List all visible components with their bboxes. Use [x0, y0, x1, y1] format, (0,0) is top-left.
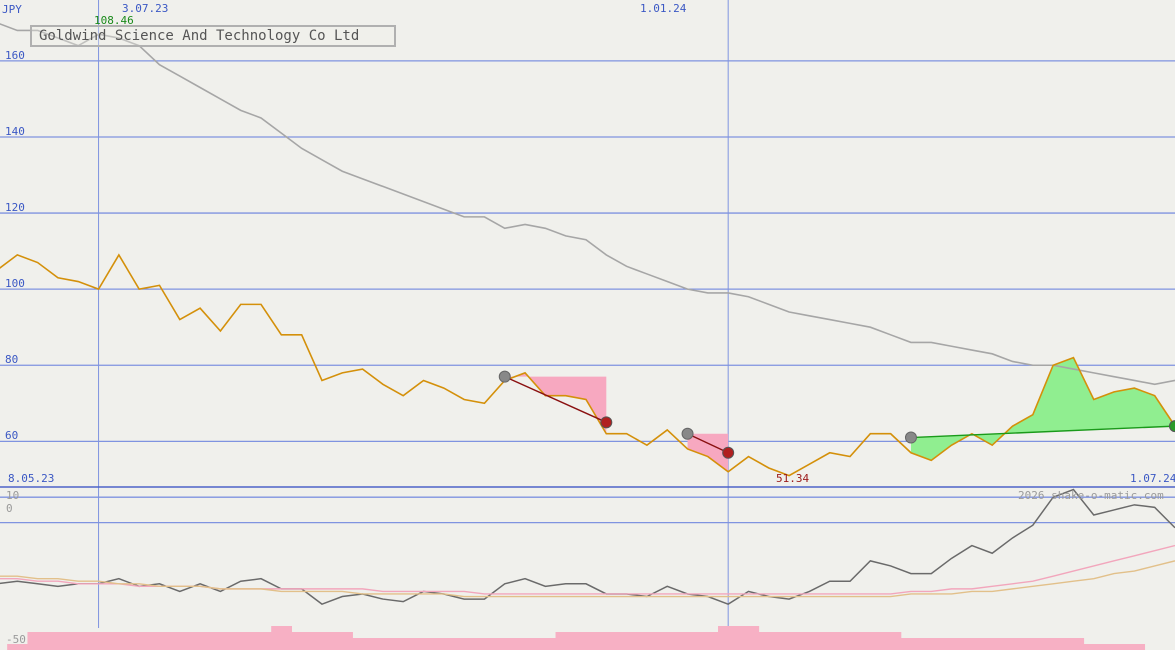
chart-title-box: Goldwind Science And Technology Co Ltd	[30, 25, 396, 47]
lower-bars	[7, 626, 1146, 650]
loss-fill-area	[687, 433, 729, 472]
volume-bar	[129, 632, 150, 650]
volume-bar	[68, 632, 89, 650]
volume-bar	[535, 638, 557, 650]
volume-bar	[1124, 644, 1146, 650]
volume-bar	[718, 626, 739, 650]
volume-bar	[860, 632, 881, 650]
volume-bar	[575, 632, 597, 650]
volume-bar	[250, 632, 272, 650]
volume-bar	[352, 638, 374, 650]
volume-bar	[433, 638, 455, 650]
volume-bar	[961, 638, 983, 650]
min-price-label: 51.34	[776, 472, 810, 485]
volume-bar	[697, 632, 719, 650]
volume-bar	[149, 632, 171, 650]
currency-label: JPY	[2, 3, 22, 16]
y-tick-label: 140	[5, 124, 25, 138]
volume-bar	[311, 632, 333, 650]
volume-bar	[108, 632, 130, 650]
volume-bar	[1103, 644, 1125, 650]
loss-fill-area	[504, 372, 607, 434]
chart-title: Goldwind Science And Technology Co Ltd	[39, 28, 360, 44]
volume-bar	[210, 632, 232, 650]
y-tick-label: 100	[5, 277, 25, 291]
volume-bar	[941, 638, 963, 650]
y-tick-label: 120	[5, 201, 25, 215]
volume-bar	[799, 632, 821, 650]
moving-average-line	[0, 23, 1175, 386]
volume-bar	[677, 632, 699, 650]
volume-bar	[514, 638, 536, 650]
trade-exit-marker	[600, 416, 613, 429]
volume-bar	[819, 632, 841, 650]
oscillator-tick-label: -50	[6, 633, 26, 646]
volume-bar	[900, 638, 922, 650]
volume-bar	[453, 638, 475, 650]
volume-bar	[596, 632, 617, 650]
volume-bar	[1022, 638, 1044, 650]
volume-bar	[839, 632, 861, 650]
volume-bar	[189, 632, 211, 650]
volume-bar	[982, 638, 1003, 650]
volume-bar	[657, 632, 678, 650]
y-tick-label: 160	[5, 48, 25, 62]
oscillator-lines	[0, 488, 1175, 606]
volume-bar	[636, 632, 658, 650]
trade-entry-marker	[498, 370, 511, 383]
volume-bar	[27, 632, 49, 650]
volume-bar	[88, 632, 110, 650]
price-lines	[0, 23, 1175, 477]
volume-bar	[474, 638, 496, 650]
volume-bar	[1002, 638, 1024, 650]
date-label-bottom-left: 8.05.23	[8, 472, 55, 485]
lower-grid	[0, 496, 1175, 524]
volume-bar	[758, 632, 780, 650]
volume-bar	[555, 632, 577, 650]
volume-bar	[169, 632, 191, 650]
volume-bar	[494, 638, 516, 650]
volume-bar	[616, 632, 638, 650]
volume-bar	[921, 638, 942, 650]
volume-bar	[413, 638, 435, 650]
max-price-label: 108.46	[94, 14, 134, 27]
volume-bar	[738, 626, 760, 650]
volume-bar	[393, 638, 414, 650]
y-tick-label: 60	[5, 429, 19, 443]
volume-bar	[1063, 638, 1085, 650]
volume-bar	[372, 638, 394, 650]
volume-bar	[271, 626, 292, 650]
volume-bar	[778, 632, 800, 650]
oscillator-tick-label: 0	[6, 502, 13, 515]
volume-bar	[47, 632, 69, 650]
watermark: 2026 shake-o-matic.com	[1018, 489, 1164, 502]
oscillator-tick-label: 10	[6, 489, 20, 502]
y-tick-label: 80	[5, 353, 19, 367]
volume-bar	[230, 632, 252, 650]
trade-exit-marker	[722, 446, 735, 459]
trade-entry-marker	[904, 431, 917, 444]
volume-bar	[332, 632, 353, 650]
oscillator-line	[0, 560, 1175, 598]
volume-bar	[1083, 644, 1105, 650]
stock-chart	[0, 0, 1175, 650]
volume-bar	[1042, 638, 1064, 650]
date-label-bottom-right: 1.07.24	[1130, 472, 1175, 485]
volume-bar	[880, 632, 902, 650]
date-label-top-mid: 1.01.24	[640, 2, 687, 15]
volume-bar	[291, 632, 313, 650]
trade-entry-marker	[681, 427, 694, 440]
